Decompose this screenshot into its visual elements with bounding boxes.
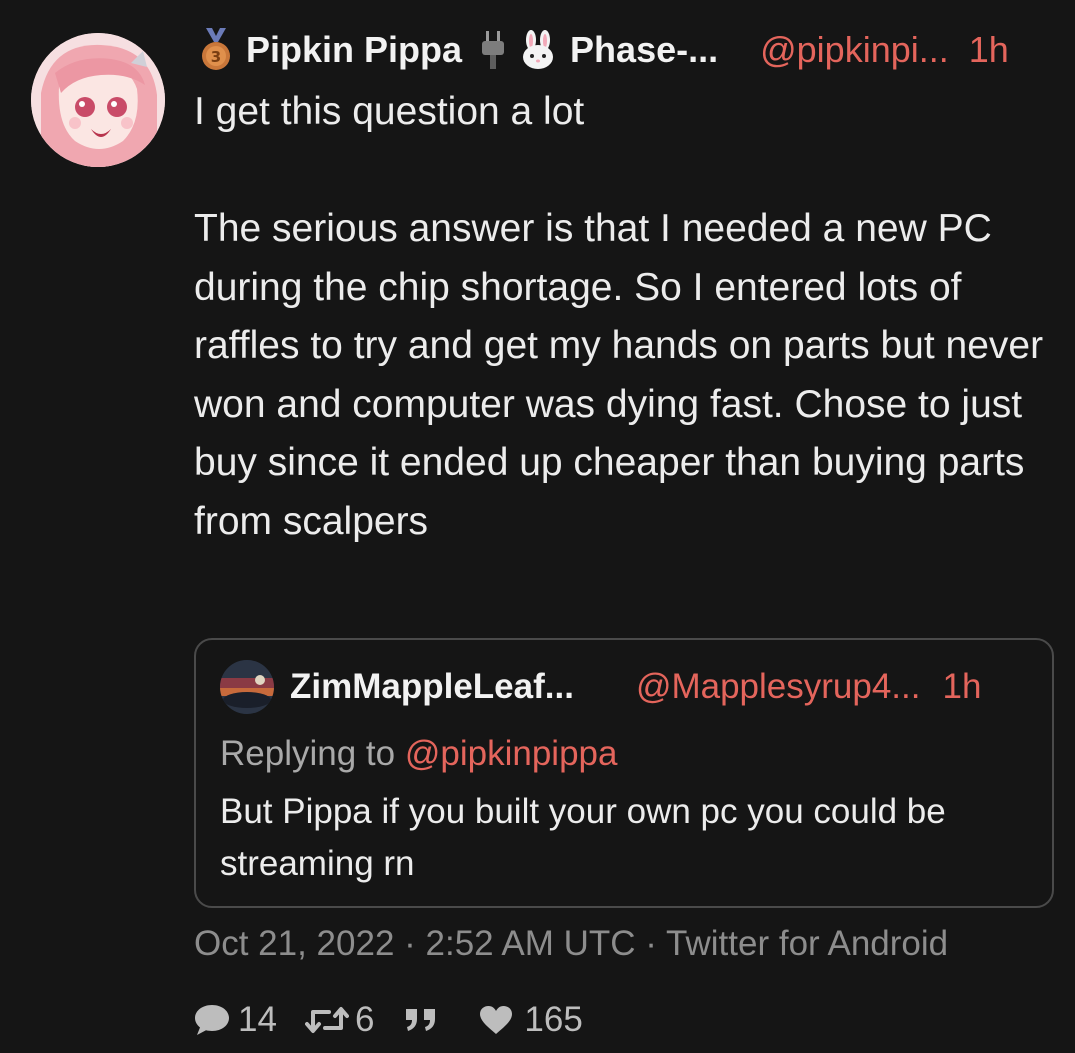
replying-to: Replying to @pipkinpippa xyxy=(220,734,617,774)
quoted-author-avatar[interactable] xyxy=(220,660,274,714)
quoted-tweet-header: ZimMappleLeaf... @Mapplesyrup4... 1h xyxy=(290,662,1040,712)
tweet-header: 3 Pipkin Pippa Phase-... @pipkinpi... 1h xyxy=(200,24,1060,76)
replying-mention[interactable]: @pipkinpippa xyxy=(405,734,618,773)
quoted-tweet-text: But Pippa if you built your own pc you c… xyxy=(220,792,946,883)
quoted-tweet[interactable]: ZimMappleLeaf... @Mapplesyrup4... 1h Rep… xyxy=(194,638,1054,908)
svg-text:3: 3 xyxy=(211,48,221,66)
bunny-icon xyxy=(523,30,554,69)
like-stat[interactable]: 165 xyxy=(478,1000,583,1040)
tweet-text: I get this question a lot The serious an… xyxy=(194,90,1044,543)
tweet-time[interactable]: 1h xyxy=(969,29,1009,71)
retweet-icon xyxy=(304,1007,349,1033)
reply-count: 14 xyxy=(238,1000,277,1039)
quoted-author-handle[interactable]: @Mapplesyrup4... xyxy=(636,667,921,707)
author-name[interactable]: Pipkin Pippa xyxy=(246,29,462,71)
retweet-count: 6 xyxy=(354,1000,375,1039)
author-handle[interactable]: @pipkinpi... xyxy=(760,29,949,71)
like-count: 165 xyxy=(524,1000,583,1039)
tweet-stats: 14 6 165 xyxy=(192,996,583,1044)
quote-icon xyxy=(406,1009,436,1031)
author-name-suffix[interactable]: Phase-... xyxy=(570,29,718,71)
heart-icon xyxy=(480,1006,513,1034)
author-avatar[interactable] xyxy=(31,33,165,167)
replying-prefix: Replying to xyxy=(220,734,396,773)
retweet-stat[interactable]: 6 xyxy=(304,1000,375,1040)
plug-icon xyxy=(482,31,505,69)
quoted-author-name[interactable]: ZimMappleLeaf... xyxy=(290,667,574,707)
medal-icon: 3 xyxy=(202,28,230,70)
reply-stat[interactable]: 14 xyxy=(192,1000,277,1040)
quote-stat[interactable] xyxy=(404,1007,438,1033)
reply-icon xyxy=(195,1005,229,1035)
tweet-meta: Oct 21, 2022 · 2:52 AM UTC · Twitter for… xyxy=(194,924,949,963)
quoted-tweet-time[interactable]: 1h xyxy=(942,667,981,707)
